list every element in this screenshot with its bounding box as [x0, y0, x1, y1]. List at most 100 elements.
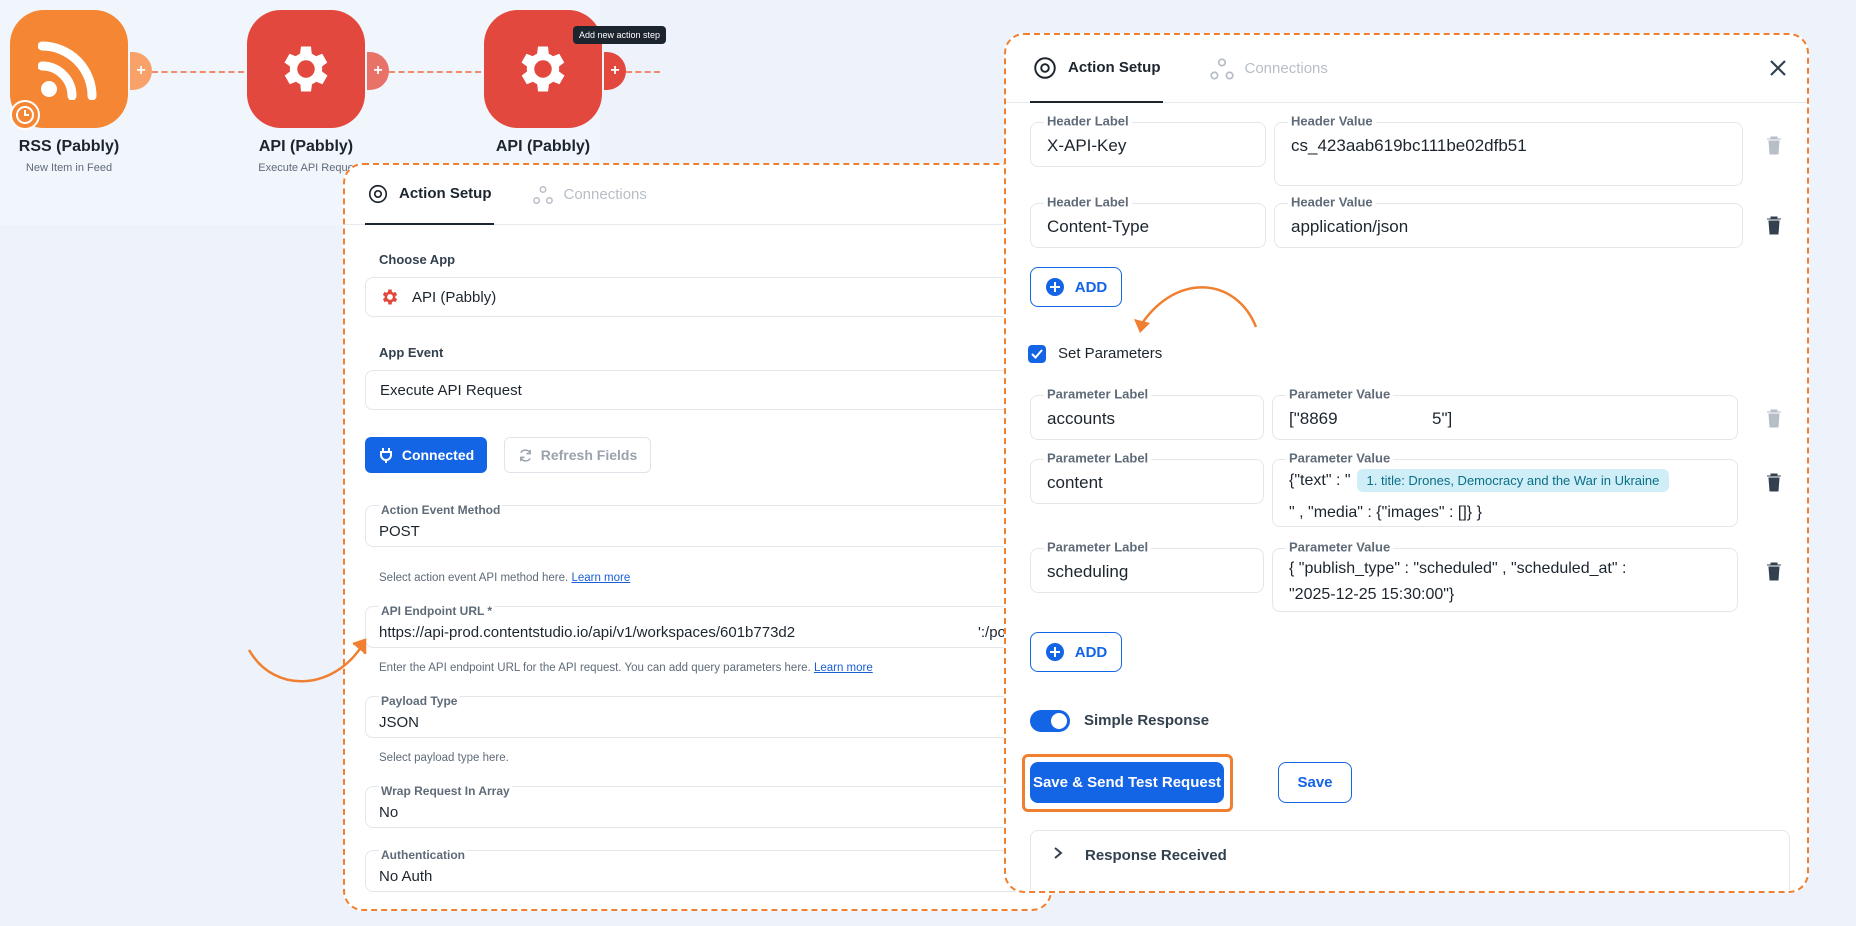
field-label: Header Label — [1044, 194, 1132, 210]
gear-icon — [521, 46, 565, 92]
parameter-value-field[interactable]: Parameter Value ["8869 5"] — [1272, 386, 1738, 440]
parameter-label-field[interactable]: Parameter Label content — [1030, 450, 1264, 504]
trash-icon[interactable] — [1766, 135, 1782, 160]
wrap-value: No — [379, 804, 399, 821]
parameter-value: ["8869 5"] — [1289, 409, 1453, 428]
parameter-value-field[interactable]: Parameter Value { "publish_type" : "sche… — [1272, 539, 1738, 612]
payload-type-field[interactable]: Payload Type JSON — [365, 694, 1050, 738]
rss-icon — [38, 41, 97, 100]
tab-connections[interactable]: Connections — [1209, 35, 1328, 103]
parameter-label-field[interactable]: Parameter Label scheduling — [1030, 539, 1264, 593]
field-label: Header Label — [1044, 113, 1132, 129]
field-label: Header Value — [1288, 194, 1376, 210]
tab-label: Action Setup — [399, 185, 492, 202]
endpoint-hint: Enter the API endpoint URL for the API r… — [379, 662, 873, 674]
tab-label: Connections — [1244, 60, 1328, 77]
response-received-panel[interactable]: Response Received — [1030, 830, 1790, 890]
save-send-test-button[interactable]: Save & Send Test Request — [1030, 762, 1224, 803]
app-event-value: Execute API Request — [380, 381, 522, 399]
connected-button[interactable]: Connected — [365, 437, 487, 473]
node-subtitle: New Item in Feed — [25, 162, 113, 174]
field-label: Parameter Label — [1044, 386, 1152, 402]
connector-line — [626, 71, 660, 73]
annotation-arrow — [247, 638, 367, 683]
app-event-select[interactable]: Execute API Request — [365, 370, 1050, 410]
mapped-field-chip[interactable]: 1. title: Drones, Democracy and the War … — [1356, 469, 1670, 492]
parameter-label-value: accounts — [1047, 409, 1116, 428]
endpoint-url-field[interactable]: API Endpoint URL * https://api-prod.cont… — [365, 604, 1050, 648]
settings-icon — [368, 184, 388, 203]
node-title: API (Pabbly) — [495, 138, 591, 155]
choose-app-select[interactable]: API (Pabbly) — [365, 277, 1050, 317]
settings-icon — [1034, 56, 1056, 79]
plus-icon: + — [136, 62, 146, 79]
connections-icon — [532, 185, 553, 204]
parameter-value-field[interactable]: Parameter Value {"text" : " 1. title: Dr… — [1272, 450, 1738, 527]
method-label: Action Event Method — [379, 503, 503, 517]
plus-circle-icon — [1045, 643, 1064, 661]
node-title: RSS (Pabbly) — [18, 138, 120, 155]
app-event-label: App Event — [379, 345, 444, 360]
tooltip: Add new action step — [573, 26, 667, 44]
clock-icon — [10, 100, 40, 130]
plus-icon: + — [610, 62, 620, 79]
learn-more-link[interactable]: Learn more — [814, 662, 873, 674]
payload-hint: Select payload type here. — [379, 752, 509, 764]
trash-icon[interactable] — [1766, 215, 1782, 240]
add-parameter-button[interactable]: ADD — [1030, 632, 1122, 672]
simple-response-label: Simple Response — [1084, 712, 1210, 729]
parameter-value-line2: "2025-12-25 15:30:00"} — [1289, 586, 1455, 603]
method-field[interactable]: Action Event Method POST — [365, 503, 1050, 547]
tab-bar: Action Setup Connections — [1006, 35, 1807, 103]
header-label-field[interactable]: Header Label Content-Type — [1030, 194, 1266, 248]
field-label: Header Value — [1288, 113, 1376, 129]
close-icon[interactable] — [1769, 59, 1787, 82]
parameter-value-suffix: " , "media" : {"images" : []} } — [1289, 504, 1482, 521]
header-label-field[interactable]: Header Label X-API-Key — [1030, 113, 1266, 167]
gear-icon — [284, 46, 328, 92]
api-node[interactable] — [247, 10, 365, 128]
annotation-arrow — [1134, 286, 1258, 333]
trash-icon[interactable] — [1766, 408, 1782, 433]
parameter-label-value: scheduling — [1047, 562, 1129, 581]
authentication-field[interactable]: Authentication No Auth — [365, 848, 1050, 892]
auth-label: Authentication — [379, 848, 467, 862]
header-value: application/json — [1291, 217, 1409, 236]
parameter-label-field[interactable]: Parameter Label accounts — [1030, 386, 1264, 440]
parameter-value-prefix: {"text" : " — [1289, 471, 1351, 489]
auth-value: No Auth — [379, 868, 433, 885]
refresh-label: Refresh Fields — [540, 447, 638, 463]
plus-icon: + — [373, 62, 383, 79]
save-button[interactable]: Save — [1278, 762, 1352, 803]
connected-label: Connected — [401, 447, 475, 463]
choose-app-label: Choose App — [379, 252, 456, 267]
header-value-field[interactable]: Header Value cs_423aab619bc111be02dfb51 — [1274, 113, 1743, 186]
wrap-request-field[interactable]: Wrap Request In Array No — [365, 784, 1050, 828]
endpoint-value: https://api-prod.contentstudio.io/api/v1… — [379, 624, 796, 641]
trash-icon[interactable] — [1766, 472, 1782, 497]
field-label: Parameter Value — [1286, 386, 1394, 402]
gear-icon — [382, 289, 398, 305]
method-hint: Select action event API method here. Lea… — [379, 572, 630, 584]
header-label-value: X-API-Key — [1047, 136, 1127, 155]
parameter-label-value: content — [1047, 473, 1103, 492]
connector-line — [389, 71, 481, 73]
add-step-button-3[interactable]: + — [604, 52, 626, 90]
payload-label: Payload Type — [379, 694, 460, 708]
set-parameters-checkbox[interactable] — [1028, 345, 1046, 363]
tab-action-setup[interactable]: Action Setup — [1030, 35, 1163, 103]
tab-connections[interactable]: Connections — [532, 165, 647, 225]
trash-icon[interactable] — [1766, 561, 1782, 586]
learn-more-link[interactable]: Learn more — [571, 572, 630, 584]
tab-action-setup[interactable]: Action Setup — [365, 165, 494, 225]
refresh-fields-button[interactable]: Refresh Fields — [504, 437, 651, 473]
tab-label: Action Setup — [1068, 59, 1161, 76]
field-label: Parameter Value — [1286, 450, 1394, 466]
wrap-label: Wrap Request In Array — [379, 784, 512, 798]
header-value-field[interactable]: Header Value application/json — [1274, 194, 1743, 248]
simple-response-toggle[interactable] — [1030, 710, 1070, 732]
connections-icon — [1209, 57, 1234, 80]
add-header-button[interactable]: ADD — [1030, 267, 1122, 307]
endpoint-hint-text: Enter the API endpoint URL for the API r… — [379, 662, 811, 674]
method-value: POST — [379, 523, 420, 540]
